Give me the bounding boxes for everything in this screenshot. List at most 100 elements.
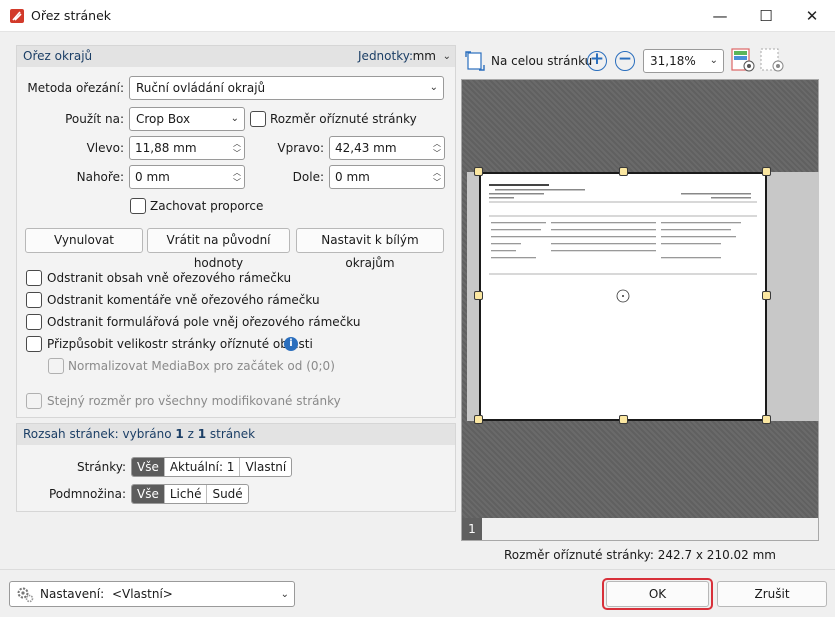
apply-select[interactable]: Crop Box ⌄ [129,107,245,131]
normalize-label: Normalizovat MediaBox pro začátek od (0;… [68,359,335,373]
fit-size-label: Přizpůsobit velikostr stránky oříznuté o… [47,337,313,351]
apply-label: Použít na: [65,112,124,126]
title-bar: Ořez stránek — ☐ ✕ [0,0,835,32]
preview-canvas[interactable]: 1 [461,79,819,541]
cancel-button[interactable]: Zrušit [717,581,827,607]
page-content-preview [489,184,757,303]
top-label: Nahoře: [76,170,124,184]
page-range-suffix: stránek [209,427,256,441]
apply-value: Crop Box [136,112,191,126]
ok-button[interactable]: OK [606,581,709,607]
same-size-label: Stejný rozměr pro všechny modifikované s… [47,394,341,408]
page-range-selected: 1 [175,427,184,441]
spin-up-icon[interactable]: ︿ [233,168,241,177]
pages-current-option[interactable]: Aktuální: 1 [165,458,241,476]
fit-page-icon[interactable] [465,51,485,71]
chevron-down-icon[interactable]: ⌄ [443,46,451,67]
remove-content-checkbox[interactable] [26,270,42,286]
crop-handle-top[interactable] [619,167,628,176]
maximize-button[interactable]: ☐ [743,0,789,32]
bottom-margin-input[interactable]: 0 mm ︿ ﹀ [329,165,445,189]
pages-all-option[interactable]: Vše [132,458,165,476]
chevron-down-icon: ⌄ [280,589,289,600]
remove-comments-checkbox[interactable] [26,292,42,308]
page-number-tab[interactable]: 1 [462,518,482,540]
subset-even-option[interactable]: Sudé [207,485,247,503]
units-label: Jednotky: [358,49,413,63]
left-margin-input[interactable]: 11,88 mm ︿ ﹀ [129,136,245,160]
zoom-select[interactable]: 31,18% ⌄ [643,49,724,73]
crop-margins-title: Ořez okrajů [23,49,93,63]
crop-handle-top-left[interactable] [474,167,483,176]
crop-handle-bottom-left[interactable] [474,415,483,424]
info-icon[interactable]: i [284,337,298,351]
crop-handle-left[interactable] [474,291,483,300]
spin-up-icon[interactable]: ︿ [233,139,241,148]
minimize-button[interactable]: — [697,0,743,32]
pages-segmented: Vše Aktuální: 1 Vlastní [131,457,293,477]
spin-up-icon[interactable]: ︿ [433,139,441,148]
method-value: Ruční ovládání okrajů [136,81,266,95]
zoom-in-button[interactable]: + [587,51,607,71]
page-range-prefix: Rozsah stránek: vybráno [23,427,172,441]
revert-button[interactable]: Vrátit na původní hodnoty [147,228,290,270]
page-layout-icon[interactable] [760,48,784,72]
top-margin-value: 0 mm [135,170,170,184]
gear-icon [16,585,34,603]
method-label: Metoda ořezání: [27,81,124,95]
remove-comments-label: Odstranit komentáře vně ořezového rámečk… [47,293,320,307]
bottom-margin-value: 0 mm [335,170,370,184]
page-range-header: Rozsah stránek: vybráno 1 z 1 stránek [17,424,455,445]
subset-segmented: Vše Liché Sudé [131,484,249,504]
subset-label: Podmnožina: [48,487,126,501]
app-logo-icon [9,8,25,24]
spin-down-icon[interactable]: ﹀ [433,178,441,187]
remove-content-label: Odstranit obsah vně ořezového rámečku [47,271,292,285]
settings-value: <Vlastní> [111,587,173,601]
settings-label: Nastavení: [40,587,105,601]
remove-forms-checkbox[interactable] [26,314,42,330]
pages-label: Stránky: [76,460,126,474]
bottom-label: Dole: [292,170,324,184]
crop-handle-bottom-right[interactable] [762,415,771,424]
footer-divider [0,569,835,570]
left-label: Vlevo: [86,141,124,155]
remove-forms-label: Odstranit formulářová pole vněj ořezovéh… [47,315,361,329]
subset-odd-option[interactable]: Liché [165,485,208,503]
fit-size-checkbox[interactable] [26,336,42,352]
crop-area[interactable] [479,172,767,421]
crop-handle-top-right[interactable] [762,167,771,176]
page-color-icon[interactable] [731,48,755,72]
spin-down-icon[interactable]: ﹀ [233,178,241,187]
chevron-down-icon: ⌄ [429,82,438,93]
cropped-size-checkbox[interactable] [250,111,266,127]
cropped-size-label: Rozměr oříznuté stránky [270,112,417,126]
top-margin-input[interactable]: 0 mm ︿ ﹀ [129,165,245,189]
fit-page-label[interactable]: Na celou stránku [491,54,592,68]
units-select[interactable]: mm [413,46,436,67]
page-range-of: z [187,427,194,441]
zoom-out-button[interactable]: − [615,51,635,71]
right-margin-value: 42,43 mm [335,141,397,155]
close-button[interactable]: ✕ [789,0,835,32]
crop-handle-bottom[interactable] [619,415,628,424]
settings-select[interactable]: Nastavení: <Vlastní> ⌄ [9,581,295,607]
normalize-checkbox [48,358,64,374]
white-margins-button[interactable]: Nastavit k bílým okrajům [296,228,444,270]
cropped-size-readout: Rozměr oříznuté stránky: 242.7 x 210.02 … [503,548,776,562]
spin-down-icon[interactable]: ﹀ [433,149,441,158]
method-select[interactable]: Ruční ovládání okrajů ⌄ [129,76,444,100]
chevron-down-icon: ⌄ [709,55,718,66]
keep-ratio-label: Zachovat proporce [150,199,264,213]
spin-up-icon[interactable]: ︿ [433,168,441,177]
reset-button[interactable]: Vynulovat [25,228,143,253]
crop-handle-right[interactable] [762,291,771,300]
spin-down-icon[interactable]: ﹀ [233,149,241,158]
page-strip [462,518,818,540]
subset-all-option[interactable]: Vše [132,485,165,503]
pages-custom-option[interactable]: Vlastní [240,458,291,476]
zoom-value: 31,18% [650,54,696,68]
right-margin-input[interactable]: 42,43 mm ︿ ﹀ [329,136,445,160]
keep-ratio-checkbox[interactable] [130,198,146,214]
left-margin-value: 11,88 mm [135,141,197,155]
